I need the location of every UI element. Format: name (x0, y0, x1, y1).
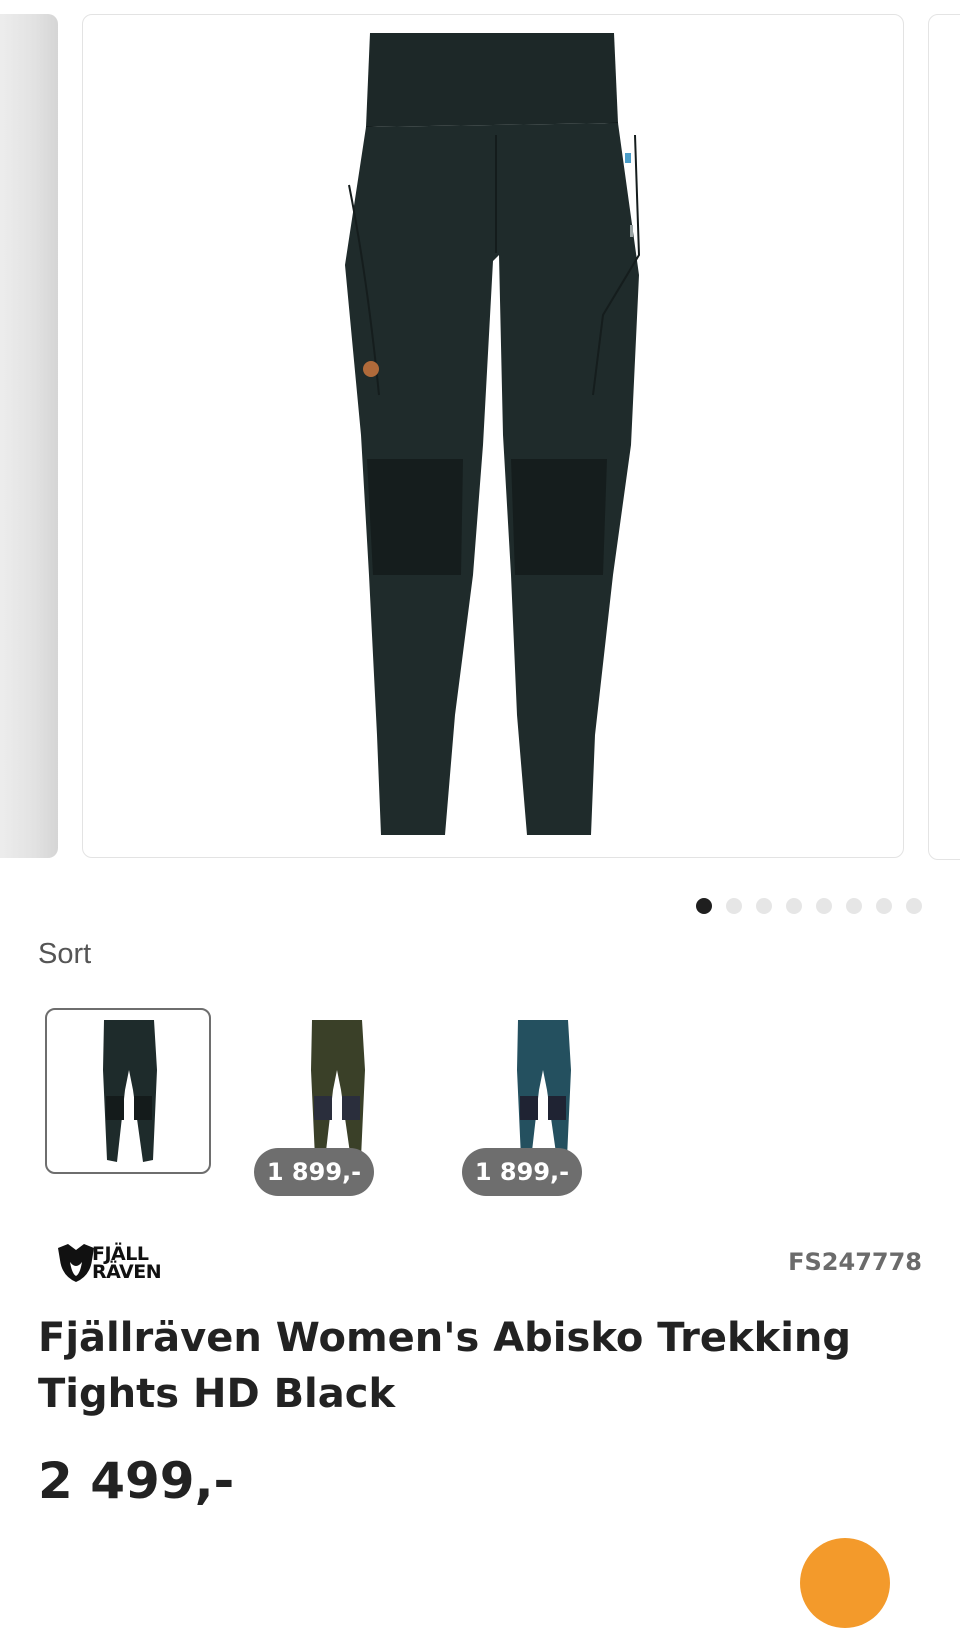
floating-action-button[interactable] (800, 1538, 890, 1628)
tights-image (345, 33, 641, 835)
product-title: Fjällräven Women's Abisko Trekking Tight… (38, 1315, 852, 1417)
variant-price-badge: 1 899,- (462, 1148, 582, 1196)
product-image-carousel[interactable] (0, 0, 960, 870)
carousel-dot[interactable] (876, 898, 892, 914)
carousel-dot[interactable] (696, 898, 712, 914)
carousel-dot[interactable] (846, 898, 862, 914)
product-price: 2 499,- (38, 1452, 235, 1510)
carousel-dot[interactable] (726, 898, 742, 914)
carousel-pagination (696, 898, 922, 914)
variant-price-badge: 1 899,- (254, 1148, 374, 1196)
color-variant-list: 1 899,- 1 899,- (0, 1008, 960, 1208)
variant-black-thumbnail (103, 1020, 157, 1162)
carousel-dot[interactable] (756, 898, 772, 914)
brand-name-line2: RÄVEN (92, 1261, 162, 1283)
previous-image-card[interactable] (0, 14, 58, 858)
variant-swatch-indigo-blue[interactable]: 1 899,- (448, 1008, 614, 1196)
main-product-image[interactable] (82, 14, 904, 858)
variant-swatch-deep-forest[interactable]: 1 899,- (240, 1008, 406, 1196)
variant-swatch-black[interactable] (45, 1008, 211, 1174)
next-image-card[interactable] (928, 14, 960, 860)
selected-color-label: Sort (38, 938, 92, 970)
carousel-dot[interactable] (906, 898, 922, 914)
carousel-dot[interactable] (786, 898, 802, 914)
carousel-dot[interactable] (816, 898, 832, 914)
brand-logo[interactable]: FJÄLL RÄVEN (54, 1240, 166, 1286)
product-sku: FS247778 (788, 1248, 922, 1276)
